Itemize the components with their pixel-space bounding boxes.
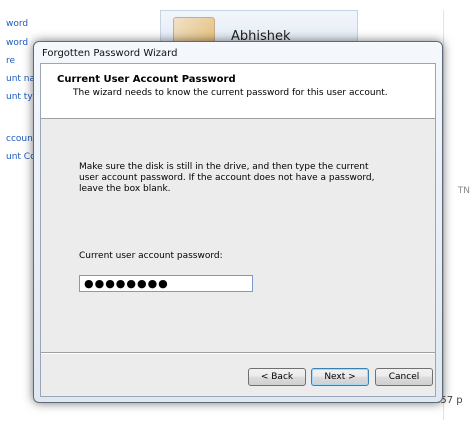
background-link[interactable]: unt Co — [6, 152, 36, 162]
wizard-body: Current User Account Password The wizard… — [40, 63, 436, 397]
wizard-header: Current User Account Password The wizard… — [41, 64, 435, 119]
next-button[interactable]: Next > — [311, 368, 369, 386]
background-right-text: TN — [457, 186, 470, 196]
background-link[interactable]: ccoun — [6, 134, 33, 144]
forgotten-password-wizard-dialog: Forgotten Password Wizard Current User A… — [33, 41, 443, 403]
background-right-panel: TN — [443, 10, 474, 420]
background-link[interactable]: unt na — [6, 74, 35, 84]
password-field[interactable]: ●●●●●●●● — [79, 275, 253, 292]
instructions-text: Make sure the disk is still in the drive… — [79, 162, 375, 194]
wizard-header-title: Current User Account Password — [57, 74, 236, 85]
cancel-button[interactable]: Cancel — [375, 368, 433, 386]
footer-divider — [41, 352, 435, 354]
dialog-title: Forgotten Password Wizard — [42, 48, 178, 59]
background-link[interactable]: word — [6, 19, 28, 29]
wizard-header-subtitle: The wizard needs to know the current pas… — [73, 88, 388, 98]
background-link[interactable]: re — [6, 56, 15, 66]
password-field-label: Current user account password: — [79, 251, 223, 261]
back-button[interactable]: < Back — [248, 368, 306, 386]
background-link[interactable]: word — [6, 38, 28, 48]
